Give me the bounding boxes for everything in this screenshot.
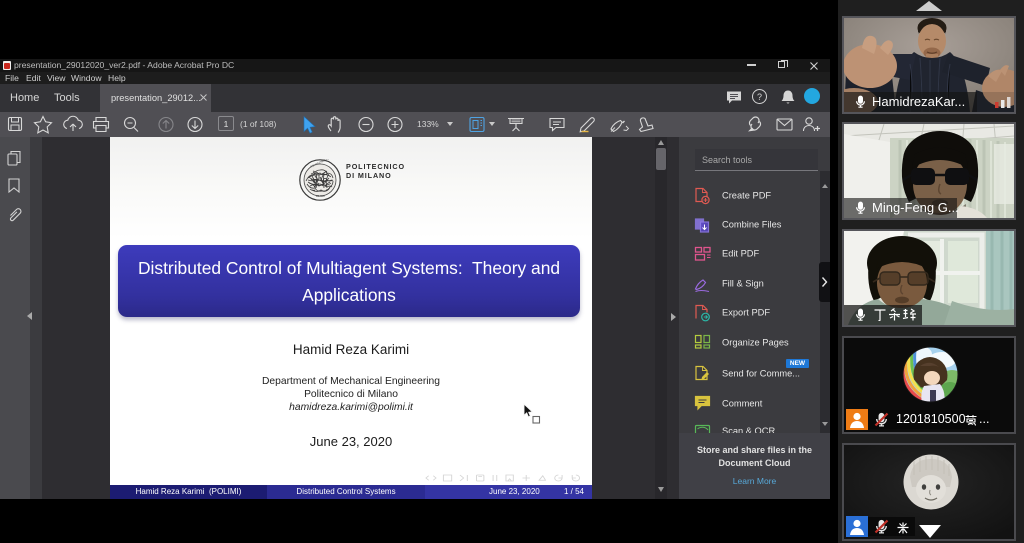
svg-text:Scan & OCR: Scan & OCR [722, 426, 776, 433]
svg-text:Fill & Sign: Fill & Sign [722, 279, 764, 289]
svg-text:Edit PDF: Edit PDF [722, 249, 760, 259]
svg-text:Comment: Comment [722, 399, 763, 409]
svg-text:MILANO: MILANO [316, 195, 325, 198]
svg-text:Combine Files: Combine Files [722, 220, 782, 230]
svg-text:Create PDF: Create PDF [722, 191, 771, 201]
svg-text:Send for Comme...: Send for Comme... [722, 369, 800, 379]
svg-text:Organize Pages: Organize Pages [722, 338, 789, 348]
svg-text:Export PDF: Export PDF [722, 308, 770, 318]
